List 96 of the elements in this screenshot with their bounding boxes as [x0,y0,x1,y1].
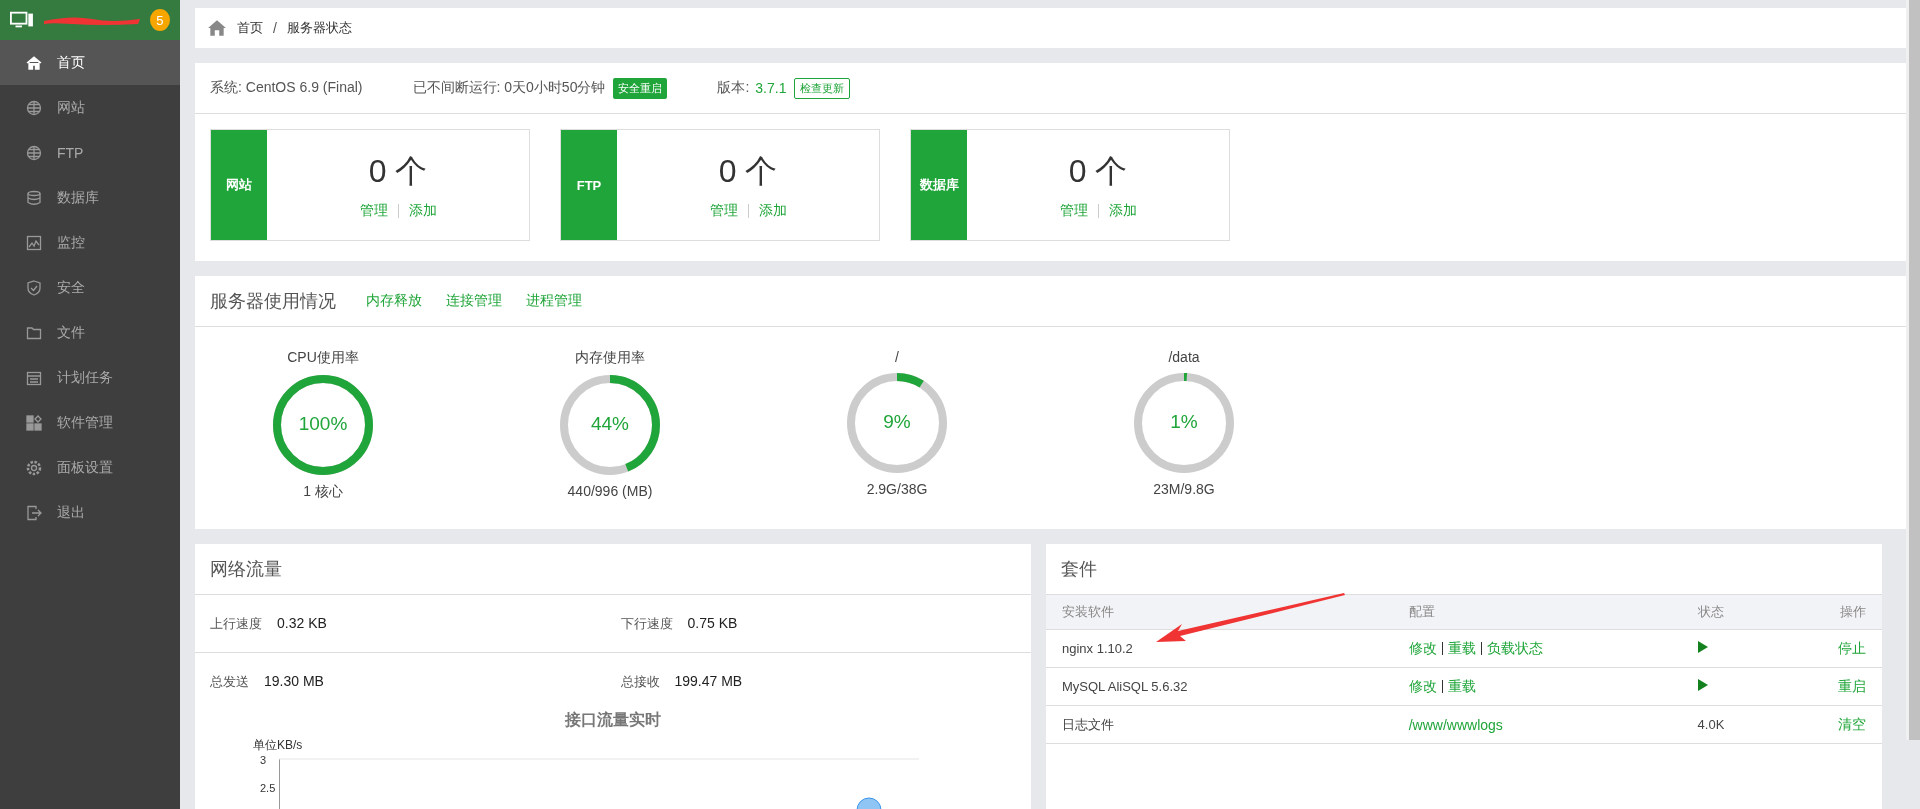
gauge-value: 100% [297,413,349,435]
count-text: 0 个 [368,152,428,191]
gauge-title: / [895,349,899,365]
chart-icon [26,234,42,251]
card-link[interactable]: 添加 [408,202,437,220]
config-link[interactable]: 重载 [1447,639,1476,656]
exit-icon [26,504,42,521]
card-link[interactable]: 添加 [1108,202,1137,220]
folder-icon [26,324,42,341]
sidebar-item[interactable]: 面板设置 [0,445,180,490]
sidebar-item[interactable]: 监控 [0,220,180,265]
card-link[interactable]: 管理 [1059,202,1088,220]
chart-unit: 单位KB/s [252,737,304,754]
gauge-value: 1% [1169,411,1199,433]
sidebar-item[interactable]: 计划任务 [0,355,180,400]
globe-icon [26,99,42,116]
action-link[interactable]: 停止 [1838,639,1866,656]
database-icon [26,189,42,206]
usage-link[interactable]: 进程管理 [526,292,582,310]
config-link[interactable]: 重载 [1447,677,1476,694]
usage-link[interactable]: 内存释放 [366,292,422,310]
column-header: 配置 [1392,595,1682,630]
card-label: 网站 [211,130,267,240]
card-label: FTP [561,130,617,240]
axis-tick-label: 2.5 [260,782,276,794]
settings-icon [26,459,42,476]
stat-label: 总接收 [620,672,660,691]
column-header: 操作 [1822,595,1882,630]
stat-label: 下行速度 [620,614,673,633]
home-icon [26,54,42,71]
column-header: 安装软件 [1046,595,1393,630]
sidebar-item[interactable]: 网站 [0,85,180,130]
breadcrumb-current: 服务器状态 [286,19,352,37]
software-name: nginx 1.10.2 [1062,641,1133,656]
stat-value: 0.32 KB [277,614,327,633]
usage-link[interactable]: 连接管理 [446,292,502,310]
play-icon [1697,679,1708,691]
sidebar-item[interactable]: 退出 [0,490,180,535]
column-header: 状态 [1681,595,1822,630]
gauge-detail: 2.9G/38G [866,481,928,497]
config-link[interactable]: 修改 [1408,639,1437,656]
card-link[interactable]: 管理 [359,202,388,220]
home-icon [207,19,227,37]
calendar-icon [26,369,42,386]
gauge-title: CPU使用率 [287,349,359,367]
sidebar-item[interactable]: 软件管理 [0,400,180,445]
computer-icon [10,10,34,30]
card-label: 数据库 [911,130,967,240]
notification-badge[interactable]: 5 [149,9,170,31]
sidebar-item[interactable]: 数据库 [0,175,180,220]
breadcrumb-separator: / [273,20,277,36]
uptime-text: 已不间断运行: 0天0小时50分钟 [412,79,606,97]
count-text: 0 个 [718,152,778,191]
stat-value: 0.75 KB [687,614,738,633]
gauge-detail: 23M/9.8G [1153,481,1215,497]
sidebar-item[interactable]: FTP [0,130,180,175]
action-link[interactable]: 清空 [1838,715,1866,732]
config-link[interactable]: /www/wwwlogs [1408,716,1503,733]
panel-title: 网络流量 [210,558,282,581]
stat-value: 19.30 MB [264,672,324,691]
gauge-title: /data [1168,349,1200,365]
stat-label: 总发送 [210,672,249,691]
system-info: 系统: CentOS 6.9 (Final) [210,79,363,97]
action-link[interactable]: 重启 [1838,677,1866,694]
shield-icon [26,279,42,296]
globe-icon [26,144,42,161]
card-link[interactable]: 管理 [709,202,738,220]
count-text: 0 个 [1068,152,1128,191]
software-name: 日志文件 [1062,716,1114,732]
sidebar-item[interactable]: 安全 [0,265,180,310]
sidebar-item[interactable]: 文件 [0,310,180,355]
update-button[interactable]: 检查更新 [794,77,851,99]
sidebar-item[interactable]: 首页 [0,40,180,85]
stat-label: 上行速度 [210,614,262,633]
gauge-value: 9% [882,411,912,433]
scrollbar[interactable] [1906,0,1920,740]
card-link[interactable]: 添加 [758,202,787,220]
restart-button[interactable]: 安全重启 [613,77,668,99]
grid-icon [26,414,42,431]
panel-title: 套件 [1061,558,1097,581]
axis-tick-label: 3 [260,754,268,766]
software-name: MySQL AliSQL 5.6.32 [1062,679,1188,694]
panel-title: 服务器使用情况 [210,290,336,313]
config-link[interactable]: 修改 [1408,677,1437,694]
stat-value: 199.47 MB [674,672,743,691]
play-icon [1697,641,1708,653]
chart-title: 接口流量实时 [564,710,662,730]
version-number: 3.7.1 [755,80,787,96]
file-size: 4.0K [1697,717,1725,732]
breadcrumb-link[interactable]: 首页 [237,19,263,37]
gauge-detail: 1 核心 [303,483,343,501]
version-label: 版本: [717,79,750,97]
config-link[interactable]: 负载状态 [1486,639,1543,656]
gauge-title: 内存使用率 [575,349,645,367]
gauge-value: 44% [590,413,630,435]
gauge-detail: 440/996 (MB) [567,483,653,499]
